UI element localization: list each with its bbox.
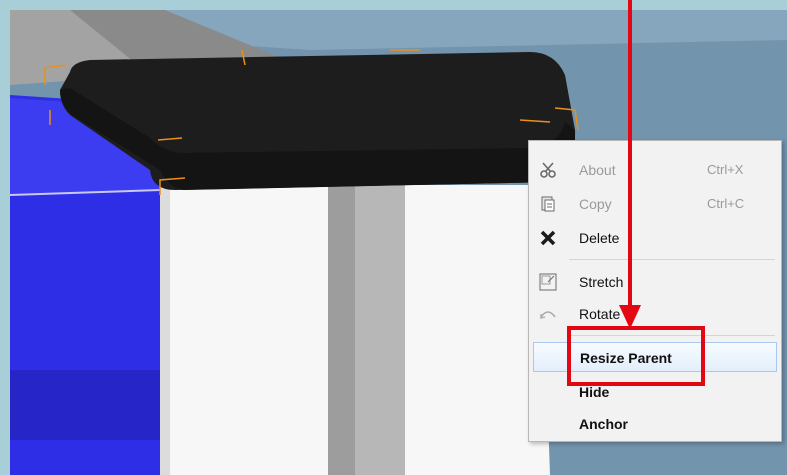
menu-item-rotate[interactable]: Rotate bbox=[529, 299, 781, 329]
callout-highlight-box bbox=[567, 326, 705, 386]
scissors-icon bbox=[537, 159, 559, 181]
menu-item-shortcut: Ctrl+X bbox=[707, 162, 744, 177]
callout-arrow-line bbox=[628, 0, 632, 310]
menu-separator bbox=[569, 259, 775, 260]
menu-item-label: Delete bbox=[579, 230, 620, 246]
rotate-icon bbox=[537, 303, 559, 325]
menu-item-label: Stretch bbox=[579, 274, 624, 290]
menu-item-label: About bbox=[579, 162, 616, 178]
menu-item-label: Rotate bbox=[579, 306, 621, 322]
menu-item-label: Anchor bbox=[579, 416, 628, 432]
menu-item-shortcut: Ctrl+C bbox=[707, 196, 745, 211]
copy-icon bbox=[537, 193, 559, 215]
menu-item-copy[interactable]: Copy Ctrl+C bbox=[529, 189, 781, 219]
menu-item-about[interactable]: About Ctrl+X bbox=[529, 155, 781, 185]
delete-x-icon bbox=[537, 227, 559, 249]
menu-item-stretch[interactable]: Stretch bbox=[529, 267, 781, 297]
menu-item-label: Hide bbox=[579, 384, 610, 400]
menu-item-delete[interactable]: Delete bbox=[529, 223, 781, 253]
context-menu: About Ctrl+X Copy Ctrl+C Delete Stretch … bbox=[528, 140, 782, 442]
menu-item-anchor[interactable]: Anchor bbox=[529, 409, 781, 439]
menu-item-label: Copy bbox=[579, 196, 612, 212]
stretch-icon bbox=[537, 271, 559, 293]
